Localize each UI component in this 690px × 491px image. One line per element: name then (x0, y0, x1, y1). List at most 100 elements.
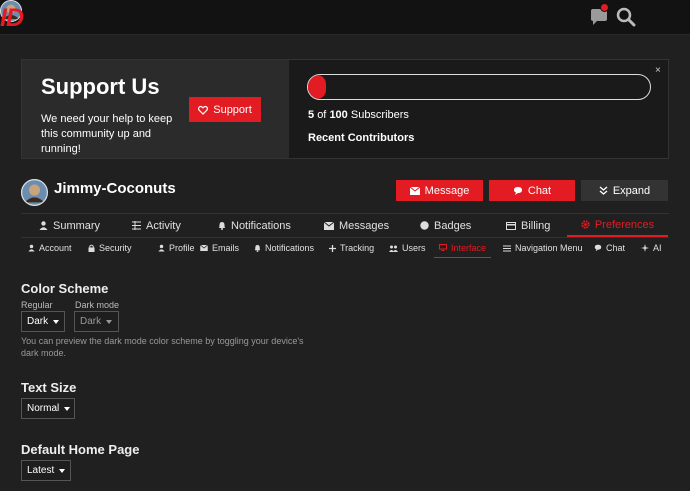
chat-button[interactable]: Chat (489, 180, 575, 201)
tab-notifications[interactable]: Notifications (218, 214, 291, 237)
tab-label: Summary (53, 219, 101, 232)
dark-mode-label: Dark mode (75, 300, 120, 310)
message-button-label: Message (424, 184, 470, 197)
user-avatar[interactable] (21, 179, 48, 206)
lock-icon (88, 244, 95, 252)
subtab-label: AI (653, 243, 662, 253)
monitor-icon (438, 244, 447, 251)
select-value: Dark (80, 316, 102, 327)
color-scheme-title: Color Scheme (21, 281, 109, 296)
chat-button-label: Chat (527, 184, 552, 197)
users-icon (389, 245, 398, 252)
home-page-title: Default Home Page (21, 442, 140, 457)
subtab-label: Tracking (340, 243, 375, 253)
subtab-ai[interactable]: AI (641, 238, 662, 258)
subtab-label: Security (99, 243, 132, 253)
subtab-notifications[interactable]: Notifications (254, 238, 314, 258)
banner-text: We need your help to keep this community… (41, 113, 173, 155)
tab-label: Activity (146, 219, 181, 232)
tab-messages[interactable]: Messages (324, 214, 389, 237)
dark-mode-scheme-select[interactable]: Dark (74, 311, 119, 332)
subscribers-total: 100 (329, 109, 348, 121)
subtab-label: Profile (169, 243, 195, 253)
recent-contributors-heading: Recent Contributors (308, 132, 415, 144)
user-icon (39, 221, 48, 230)
tab-label: Billing (521, 219, 551, 232)
progress-fill (308, 75, 326, 99)
chat-icon (594, 244, 602, 252)
subtab-tracking[interactable]: Tracking (329, 238, 374, 258)
expand-button[interactable]: Expand (581, 180, 668, 201)
user-icon (158, 244, 165, 252)
notification-dot (600, 3, 609, 12)
color-scheme-help: You can preview the dark mode color sche… (21, 336, 304, 358)
home-page-select[interactable]: Latest (21, 460, 71, 481)
bars-icon (503, 245, 511, 252)
secondary-nav: Account Security Profile Emails Notifica… (21, 238, 669, 259)
message-button[interactable]: Message (396, 180, 483, 201)
chevron-down-icon (53, 319, 60, 324)
support-button-label: Support (213, 103, 252, 116)
banner-title: Support Us (41, 74, 160, 99)
gear-icon (581, 220, 590, 229)
tab-label: Notifications (231, 219, 291, 232)
subtab-label: Emails (212, 243, 240, 253)
regular-label: Regular (21, 300, 53, 310)
subtab-label: Users (402, 243, 426, 253)
subtab-label: Interface (450, 242, 487, 253)
close-icon[interactable]: × (655, 65, 661, 76)
expand-button-label: Expand (612, 184, 651, 197)
subtab-label: Account (39, 243, 72, 253)
primary-nav: Summary Activity Notifications Messages … (21, 213, 669, 238)
tab-label: Badges (434, 219, 472, 232)
top-bar: ID (0, 0, 690, 35)
subtab-profile[interactable]: Profile (158, 238, 195, 258)
chevron-down-icon (64, 406, 71, 411)
tab-activity[interactable]: Activity (132, 214, 181, 237)
select-value: Latest (27, 465, 55, 476)
plus-icon (329, 244, 336, 252)
text-size-title: Text Size (21, 380, 77, 395)
user-icon (28, 244, 35, 252)
site-logo[interactable]: ID (0, 4, 24, 33)
card-icon (506, 221, 516, 230)
tab-preferences[interactable]: Preferences (567, 214, 668, 237)
subtab-chat[interactable]: Chat (594, 238, 625, 258)
support-button[interactable]: Support (189, 97, 261, 122)
bell-icon (218, 221, 226, 230)
envelope-icon (200, 245, 208, 251)
text-size-select[interactable]: Normal (21, 398, 75, 419)
tab-label: Messages (339, 219, 390, 232)
subtab-account[interactable]: Account (28, 238, 72, 258)
select-value: Normal (27, 403, 60, 414)
chevron-down-icon (59, 468, 66, 473)
subtab-label: Navigation Menu (515, 243, 583, 253)
support-banner: Support Us We need your help to keep thi… (21, 59, 669, 159)
regular-scheme-select[interactable]: Dark (21, 311, 65, 332)
support-banner-left: Support Us We need your help to keep thi… (22, 60, 289, 158)
tab-label: Preferences (594, 218, 655, 231)
subscriber-progress-bar (307, 74, 651, 100)
chevrons-down-icon (599, 186, 608, 195)
select-value: Dark (27, 316, 49, 327)
chat-icon (513, 186, 523, 196)
subtab-users[interactable]: Users (389, 238, 426, 258)
list-icon (132, 221, 141, 230)
sparkle-icon (641, 244, 649, 252)
subscribers-label: Subscribers (350, 109, 409, 121)
username: Jimmy-Coconuts (54, 180, 176, 197)
chevron-down-icon (106, 319, 113, 324)
tab-billing[interactable]: Billing (506, 214, 550, 237)
search-icon[interactable] (615, 6, 637, 28)
envelope-icon (324, 221, 334, 230)
subscribers-current: 5 (308, 109, 315, 121)
subtab-navigation-menu[interactable]: Navigation Menu (503, 238, 583, 258)
tab-badges[interactable]: Badges (420, 214, 471, 237)
subtab-interface[interactable]: Interface (434, 238, 491, 258)
subscriber-count: 5 of 100 Subscribers (308, 109, 409, 121)
subscribers-of: of (317, 109, 327, 121)
subtab-emails[interactable]: Emails (200, 238, 239, 258)
subtab-security[interactable]: Security (88, 238, 132, 258)
badge-icon (420, 221, 429, 230)
tab-summary[interactable]: Summary (39, 214, 100, 237)
